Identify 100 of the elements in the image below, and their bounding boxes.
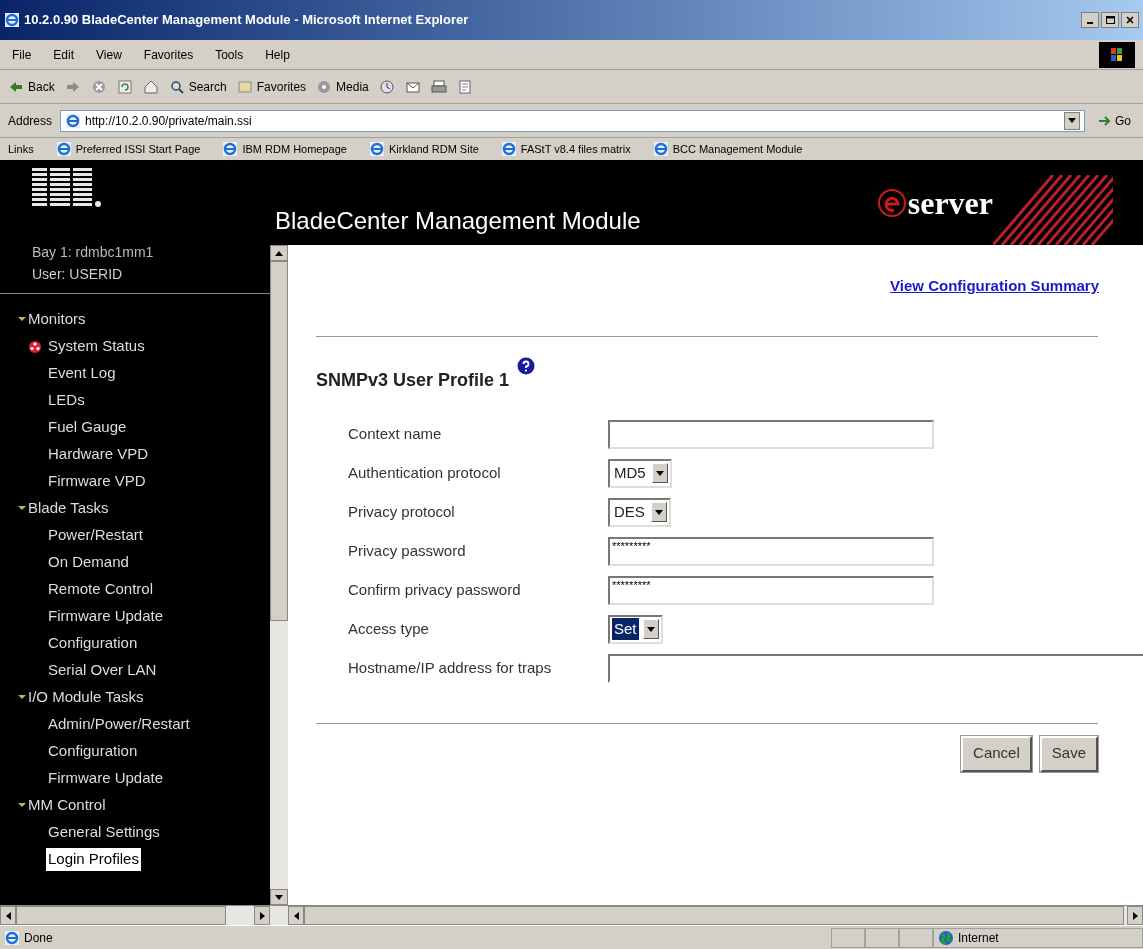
right-triangle-icon: [259, 911, 265, 920]
nav-link[interactable]: LEDs: [46, 389, 87, 412]
bay-label: Bay 1: rdmbc1mm1: [32, 245, 155, 261]
down-triangle-icon: [275, 894, 283, 900]
close-button[interactable]: [1121, 12, 1139, 28]
form-button[interactable]: Save: [1039, 735, 1098, 772]
nav-link[interactable]: On Demand: [46, 551, 131, 574]
page-icon: [55, 141, 72, 157]
minimize-icon: [1087, 22, 1093, 24]
nav-link[interactable]: Remote Control: [46, 578, 156, 601]
folder-icon: [236, 78, 253, 95]
section-heading: SNMPv3 User Profile 1: [316, 368, 510, 392]
expanded-triangle-icon: [18, 315, 26, 324]
dropdown[interactable]: MD5: [608, 458, 672, 488]
scrollbar[interactable]: [270, 245, 288, 905]
document-icon[interactable]: [456, 78, 473, 95]
e-circle-icon: [875, 187, 908, 219]
scroll-thumb[interactable]: [16, 906, 226, 925]
nav-link[interactable]: System Status: [46, 335, 147, 358]
menu-item[interactable]: Help: [261, 45, 294, 64]
nav-link[interactable]: Event Log: [46, 362, 118, 385]
go-button[interactable]: Go: [1093, 111, 1135, 130]
field-label: Confirm privacy password: [348, 579, 522, 600]
link-button[interactable]: BCC Management Module: [652, 140, 803, 158]
help-icon[interactable]: [517, 356, 536, 375]
back-button[interactable]: Back: [8, 77, 55, 96]
tree-group[interactable]: MM Control: [18, 792, 270, 819]
address-field[interactable]: http://10.2.0.90/private/main.ssi: [60, 109, 1085, 132]
nav-link[interactable]: Power/Restart: [46, 524, 146, 547]
nav-link[interactable]: Serial Over LAN: [46, 659, 159, 682]
scroll-down-button[interactable]: [270, 889, 288, 905]
tree-group[interactable]: I/O Module Tasks: [18, 684, 270, 711]
brand-name: server: [907, 187, 993, 219]
home-icon[interactable]: [142, 78, 159, 95]
link-button[interactable]: FAStT v8.4 files matrix: [500, 140, 631, 158]
expanded-triangle-icon: [18, 504, 26, 513]
clock-icon[interactable]: [378, 78, 395, 95]
field-label: Access type: [348, 618, 430, 639]
nav-link[interactable]: Login Profiles: [46, 848, 141, 871]
dropdown[interactable]: DES: [608, 497, 671, 527]
menu-item[interactable]: Favorites: [139, 45, 198, 64]
menu-item[interactable]: View: [92, 45, 126, 64]
nav-link[interactable]: Firmware Update: [46, 605, 166, 628]
field-label: Context name: [348, 423, 443, 444]
up-triangle-icon: [275, 250, 283, 256]
nav-link[interactable]: Configuration: [46, 740, 140, 763]
scroll-up-button[interactable]: [270, 245, 288, 261]
password-field[interactable]: *********: [608, 536, 934, 566]
disc-icon: [316, 78, 333, 95]
scroll-right-button[interactable]: [254, 906, 270, 925]
field-label: Hostname/IP address for traps: [348, 657, 553, 678]
page-icon: [222, 141, 239, 157]
status-panel: [865, 927, 899, 948]
windows-logo-icon: [1099, 41, 1135, 68]
menu-item[interactable]: Edit: [49, 45, 79, 64]
page-icon: [65, 112, 82, 129]
maximize-icon: [1105, 15, 1115, 25]
nav-link[interactable]: Firmware VPD: [46, 470, 148, 493]
input-field[interactable]: [608, 653, 1143, 683]
tree-group[interactable]: Monitors: [18, 306, 270, 333]
left-triangle-icon: [5, 911, 11, 920]
nav-link[interactable]: Admin/Power/Restart: [46, 713, 192, 736]
status-panel: [831, 927, 865, 948]
menu-item[interactable]: Tools: [211, 45, 248, 64]
zone-text: Internet: [958, 929, 999, 947]
nav-link[interactable]: Fuel Gauge: [46, 416, 129, 439]
dropdown[interactable]: Set: [608, 614, 663, 644]
status-text: Done: [24, 929, 53, 947]
field-label: Privacy protocol: [348, 501, 456, 522]
printer-icon[interactable]: [430, 78, 447, 95]
scroll-thumb[interactable]: [270, 261, 288, 621]
media-button[interactable]: Media: [316, 77, 369, 96]
input-field[interactable]: [608, 419, 934, 449]
stop-icon[interactable]: [90, 78, 107, 95]
nav-link[interactable]: Configuration: [46, 632, 140, 655]
tree-group[interactable]: Blade Tasks: [18, 495, 270, 522]
page-icon: [652, 141, 669, 157]
search-button[interactable]: Search: [168, 77, 227, 96]
refresh-icon[interactable]: [116, 78, 133, 95]
nav-link[interactable]: Hardware VPD: [46, 443, 151, 466]
nav-link[interactable]: Firmware Update: [46, 767, 166, 790]
configuration-summary-link[interactable]: View Configuration Summary: [890, 275, 1099, 298]
scroll-right-button[interactable]: [1127, 906, 1143, 925]
favorites-button[interactable]: Favorites: [236, 77, 307, 96]
expanded-triangle-icon: [18, 693, 26, 702]
nav-link[interactable]: General Settings: [46, 821, 162, 844]
maximize-button[interactable]: [1101, 12, 1119, 28]
link-button[interactable]: Preferred ISSI Start Page: [55, 140, 201, 158]
form-button[interactable]: Cancel: [961, 735, 1032, 772]
password-field[interactable]: *********: [608, 575, 934, 605]
link-button[interactable]: Kirkland RDM Site: [368, 140, 479, 158]
scroll-left-button[interactable]: [288, 906, 304, 925]
link-button[interactable]: IBM RDM Homepage: [222, 140, 347, 158]
menu-item[interactable]: File: [8, 45, 36, 64]
minimize-button[interactable]: [1081, 12, 1099, 28]
app-title: BladeCenter Management Module: [275, 206, 642, 236]
page-icon: [368, 141, 385, 157]
field-label: Authentication protocol: [348, 462, 502, 483]
scroll-left-button[interactable]: [0, 906, 16, 925]
scrollbar[interactable]: [0, 905, 288, 925]
